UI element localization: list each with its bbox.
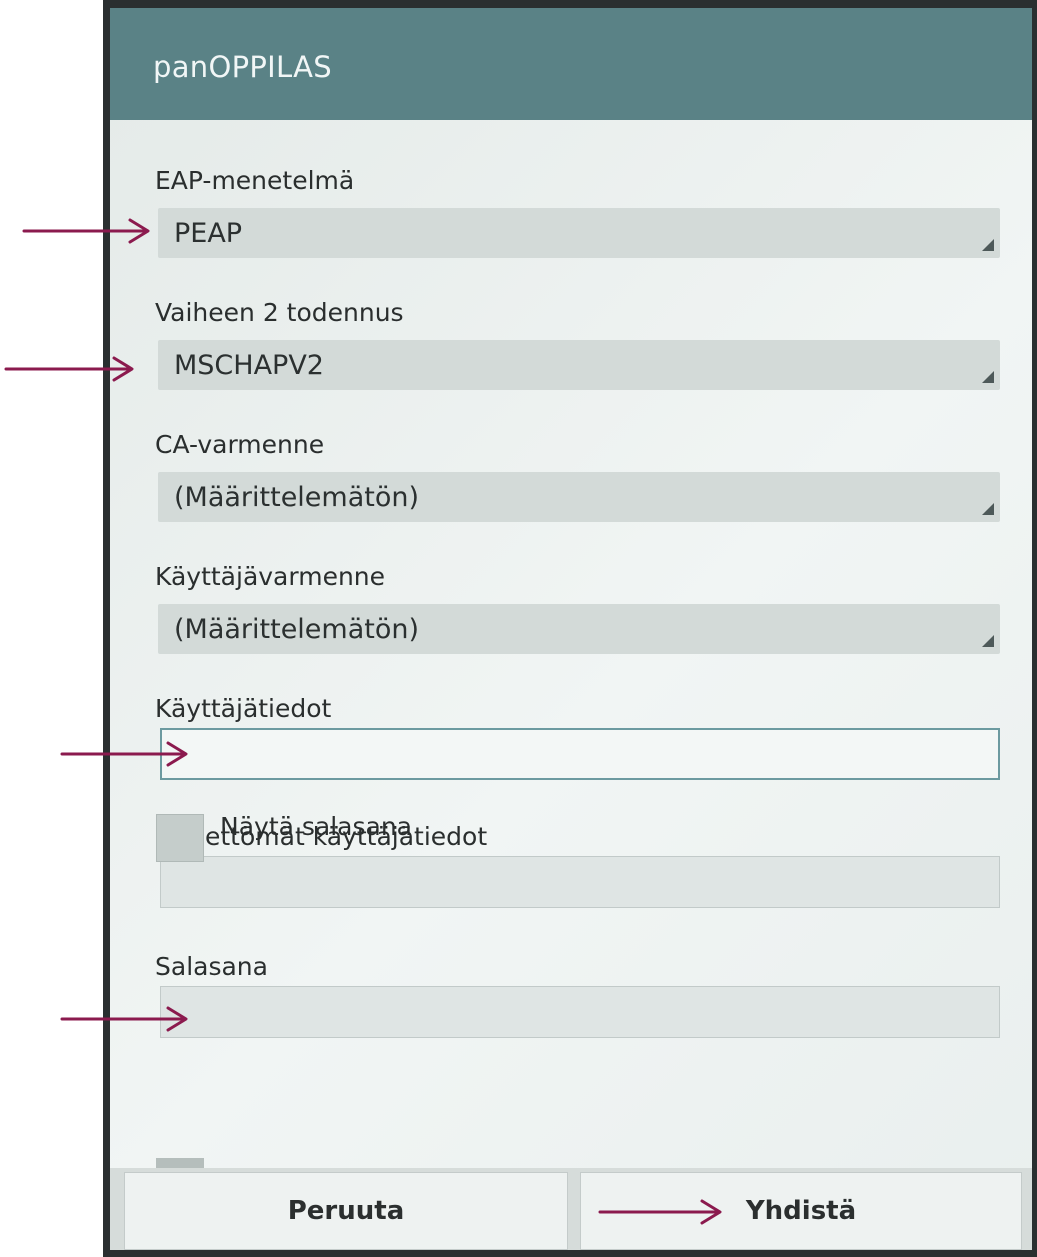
arrow-right-icon (598, 1199, 722, 1225)
annotation-arrow-connect (598, 1199, 722, 1225)
